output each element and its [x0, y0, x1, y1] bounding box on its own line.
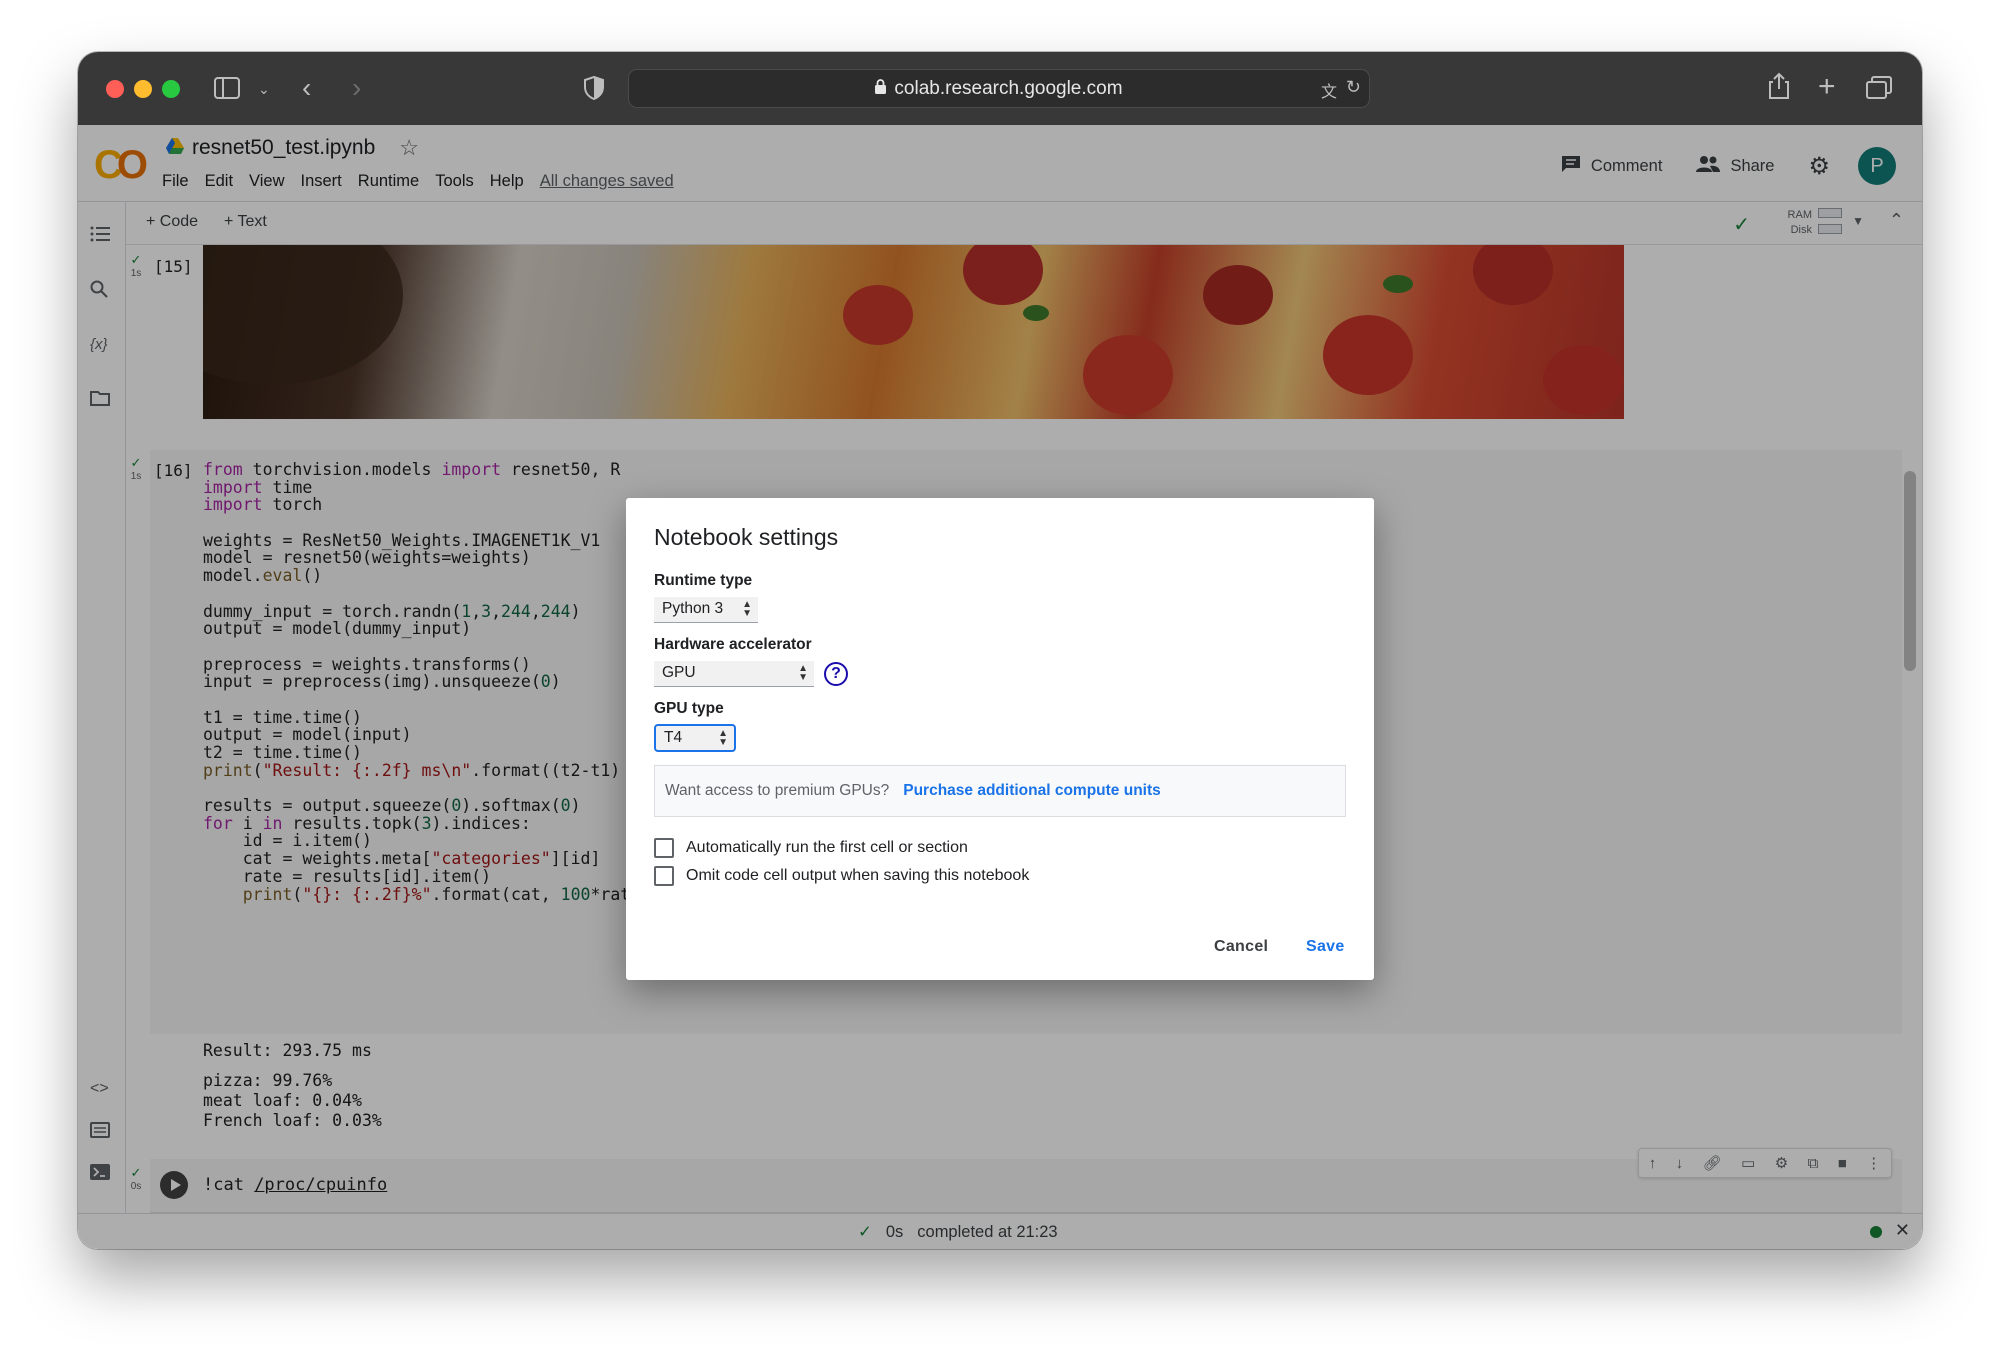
colab-page: CO resnet50_test.ipynb ☆ File Edit View … — [78, 125, 1922, 1249]
select-arrows-icon: ▲ ▼ — [718, 728, 728, 748]
gpu-type-value: T4 — [664, 729, 683, 746]
lock-icon — [875, 78, 887, 100]
browser-titlebar: ⌄ ‹ › colab.research.google.com 文 ↻ + — [78, 52, 1922, 125]
hardware-accelerator-select[interactable]: GPU ▲ ▼ — [654, 661, 814, 687]
autorun-label: Automatically run the first cell or sect… — [686, 839, 968, 856]
browser-window: ⌄ ‹ › colab.research.google.com 文 ↻ + CO — [78, 52, 1922, 1249]
new-tab-icon[interactable]: + — [1818, 72, 1836, 102]
notebook-settings-dialog: Notebook settings Runtime type Python 3 … — [626, 498, 1374, 980]
close-window-button[interactable] — [106, 80, 124, 98]
hardware-accelerator-value: GPU — [662, 664, 696, 681]
omit-output-checkbox[interactable] — [654, 866, 674, 886]
help-icon[interactable]: ? — [824, 662, 848, 686]
forward-icon[interactable]: › — [352, 74, 361, 102]
save-button[interactable]: Save — [1306, 938, 1345, 956]
translate-icon[interactable]: 文 — [1321, 78, 1337, 102]
select-arrows-icon: ▲ ▼ — [798, 663, 808, 683]
sidebar-toggle-icon[interactable] — [214, 77, 240, 99]
select-arrows-icon: ▲ ▼ — [742, 599, 752, 619]
cancel-button[interactable]: Cancel — [1214, 938, 1268, 956]
zoom-window-button[interactable] — [162, 80, 180, 98]
hardware-accelerator-label: Hardware accelerator — [654, 636, 812, 653]
premium-gpu-banner: Want access to premium GPUs? Purchase ad… — [654, 765, 1346, 817]
chevron-down-icon[interactable]: ⌄ — [258, 82, 270, 96]
purchase-compute-link[interactable]: Purchase additional compute units — [903, 782, 1161, 800]
omit-output-option[interactable]: Omit code cell output when saving this n… — [654, 866, 1029, 886]
address-bar[interactable]: colab.research.google.com 文 ↻ — [628, 69, 1370, 108]
dialog-title: Notebook settings — [654, 524, 839, 550]
omit-output-label: Omit code cell output when saving this n… — [686, 867, 1030, 884]
gpu-type-label: GPU type — [654, 700, 724, 717]
gpu-type-select[interactable]: T4 ▲ ▼ — [654, 724, 736, 752]
autorun-checkbox[interactable] — [654, 838, 674, 858]
runtime-type-select[interactable]: Python 3 ▲ ▼ — [654, 597, 758, 623]
minimize-window-button[interactable] — [134, 80, 152, 98]
runtime-type-label: Runtime type — [654, 572, 753, 589]
share-page-icon[interactable] — [1768, 72, 1790, 100]
runtime-type-value: Python 3 — [662, 600, 724, 617]
autorun-option[interactable]: Automatically run the first cell or sect… — [654, 838, 968, 858]
reload-icon[interactable]: ↻ — [1346, 77, 1361, 98]
tab-overview-icon[interactable] — [1866, 76, 1892, 100]
premium-text: Want access to premium GPUs? — [665, 782, 890, 799]
back-icon[interactable]: ‹ — [302, 74, 311, 102]
url-text: colab.research.google.com — [894, 77, 1123, 99]
shield-icon[interactable] — [584, 76, 604, 100]
